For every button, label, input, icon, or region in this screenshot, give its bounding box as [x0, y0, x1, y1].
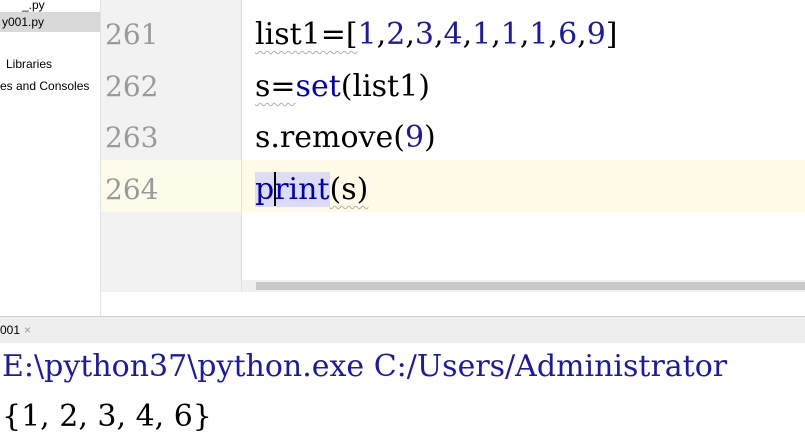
tree-item-label: Libraries — [6, 57, 53, 71]
code-token: , — [376, 17, 387, 52]
code-token: , — [548, 17, 559, 52]
code-token: , — [491, 17, 501, 52]
builtin-keyword: print — [255, 172, 330, 207]
number-literal: 6 — [558, 17, 578, 52]
line-number: 264 — [105, 173, 159, 206]
console-command-line: E:\python37\python.exe C:/Users/Administ… — [2, 349, 728, 384]
close-icon[interactable]: × — [24, 323, 31, 337]
number-literal: 9 — [586, 17, 606, 52]
code-token: s= — [255, 69, 296, 104]
tree-item-label: _.py — [22, 0, 45, 12]
code-line-264[interactable]: print(s) — [255, 164, 805, 216]
code-token: ] — [605, 17, 618, 52]
line-number: 261 — [105, 18, 159, 51]
tree-item-external-libraries[interactable]: Libraries — [6, 54, 52, 74]
code-line-263[interactable]: s.remove(9) — [255, 112, 805, 164]
code-line-262[interactable]: s=set(list1) — [255, 61, 805, 113]
number-literal: 1 — [357, 17, 377, 52]
number-literal: 4 — [443, 17, 463, 52]
number-literal: 9 — [404, 120, 425, 155]
number-literal: 2 — [386, 17, 406, 52]
run-console[interactable]: E:\python37\python.exe C:/Users/Administ… — [0, 343, 805, 441]
tree-item-label: es and Consoles — [0, 79, 90, 93]
run-tab[interactable]: 001 × — [0, 321, 35, 339]
tree-item-y001-file[interactable]: y001.py — [0, 12, 100, 32]
tree-item-label: y001.py — [2, 15, 45, 29]
line-number: 263 — [105, 121, 159, 154]
code-token: list1=[ — [255, 17, 358, 52]
number-literal: 1 — [529, 17, 549, 52]
run-tab-label: 001 — [0, 323, 21, 337]
run-tab-bar: 001 × — [0, 316, 805, 344]
code-token: , — [433, 17, 444, 52]
code-token: (s) — [329, 172, 369, 207]
code-token: rint — [274, 172, 330, 207]
code-token: , — [577, 17, 587, 52]
code-token: , — [405, 17, 415, 52]
console-output-line: {1, 2, 3, 4, 6} — [2, 399, 212, 434]
project-tree-panel: _.py y001.py Libraries es and Consoles — [0, 0, 101, 316]
code-line-261[interactable]: list1=[1,2,3,4,1,1,1,6,9] — [255, 9, 805, 61]
line-number: 262 — [105, 70, 159, 103]
code-token: s.remove( — [255, 120, 405, 155]
number-literal: 3 — [414, 17, 434, 52]
tree-item-scratches-and-consoles[interactable]: es and Consoles — [0, 76, 89, 96]
code-token: p — [255, 172, 275, 207]
code-token: , — [519, 17, 530, 52]
editor-horizontal-scrollbar[interactable] — [242, 280, 805, 292]
number-literal: 1 — [472, 17, 492, 52]
number-literal: 1 — [500, 17, 520, 52]
code-token: (list1) — [340, 69, 430, 104]
code-token: ) — [424, 120, 436, 155]
builtin-keyword: set — [295, 69, 341, 104]
text-caret — [274, 172, 277, 206]
code-token: , — [462, 17, 473, 52]
scrollbar-thumb[interactable] — [256, 282, 805, 290]
